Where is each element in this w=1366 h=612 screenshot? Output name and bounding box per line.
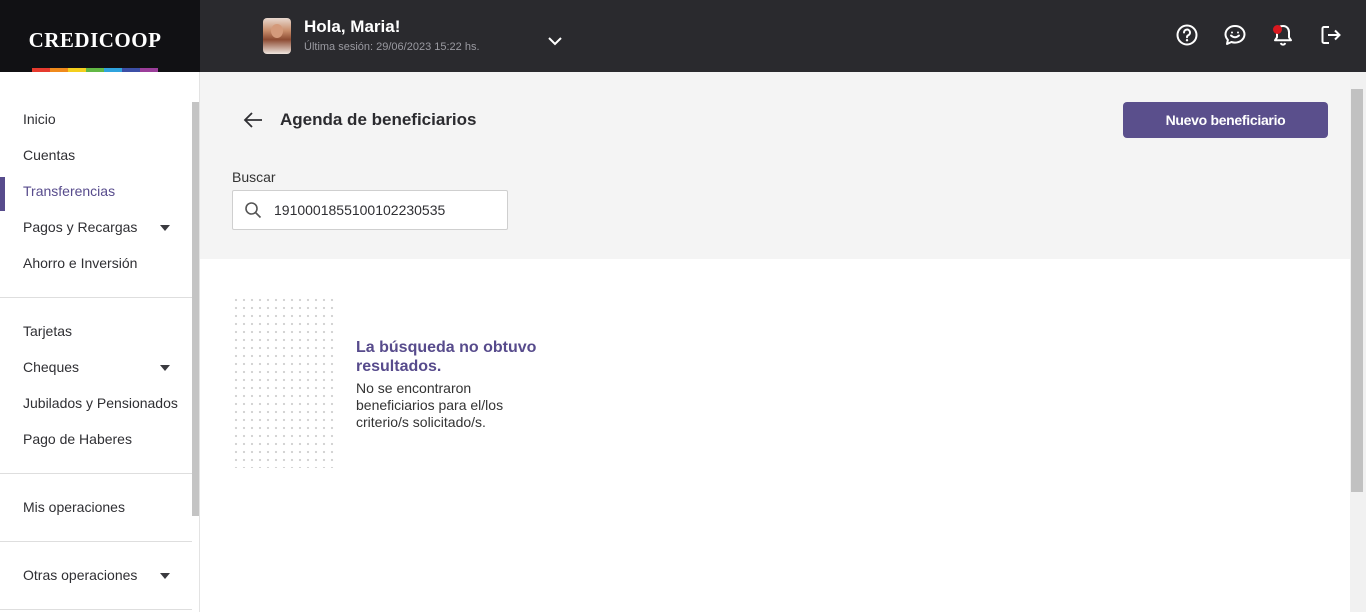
sidebar-item-label: Ahorro e Inversión xyxy=(23,255,138,271)
sidebar-item-label: Otras operaciones xyxy=(23,567,138,583)
sidebar: Inicio Cuentas Transferencias Pagos y Re… xyxy=(0,72,200,612)
user-greeting: Hola, Maria! xyxy=(304,17,401,36)
sidebar-item-otras-operaciones[interactable]: Otras operaciones xyxy=(0,559,192,591)
sidebar-item-mis-operaciones[interactable]: Mis operaciones xyxy=(0,491,192,523)
sidebar-item-label: Jubilados y Pensionados xyxy=(23,395,178,411)
sidebar-item-transferencias[interactable]: Transferencias xyxy=(0,175,192,211)
brand-name: CREDICOOP xyxy=(28,28,162,52)
empty-state-pattern xyxy=(232,296,338,468)
page-title: Agenda de beneficiarios xyxy=(280,110,477,129)
notification-badge xyxy=(1273,25,1282,34)
sidebar-item-jubilados[interactable]: Jubilados y Pensionados xyxy=(0,387,192,419)
caret-down-icon xyxy=(160,365,170,371)
caret-down-icon xyxy=(160,225,170,231)
caret-down-icon xyxy=(160,573,170,579)
empty-state-description: No se encontraron beneficiarios para el/… xyxy=(356,380,504,430)
sidebar-item-pago-haberes[interactable]: Pago de Haberes xyxy=(0,423,192,455)
sidebar-item-label: Inicio xyxy=(23,111,56,127)
sidebar-item-cuentas[interactable]: Cuentas xyxy=(0,139,192,171)
sidebar-item-label: Pagos y Recargas xyxy=(23,219,138,235)
chevron-down-icon[interactable] xyxy=(545,33,565,49)
sidebar-divider xyxy=(0,297,192,298)
sidebar-divider xyxy=(0,541,192,542)
sidebar-item-label: Tarjetas xyxy=(23,323,73,339)
search-input[interactable] xyxy=(274,199,502,221)
sidebar-item-label: Pago de Haberes xyxy=(23,431,132,447)
sidebar-scrollbar[interactable] xyxy=(192,102,199,516)
main-scrollbar-thumb[interactable] xyxy=(1351,89,1363,492)
sidebar-divider xyxy=(0,473,192,474)
sidebar-item-label: Mis operaciones xyxy=(23,499,125,515)
sidebar-item-cheques[interactable]: Cheques xyxy=(0,351,192,383)
sidebar-divider xyxy=(0,609,192,610)
chat-icon[interactable] xyxy=(1222,22,1248,48)
help-icon[interactable] xyxy=(1174,22,1200,48)
sidebar-item-pagos-recargas[interactable]: Pagos y Recargas xyxy=(0,211,192,243)
sidebar-item-label: Transferencias xyxy=(23,183,116,199)
sidebar-item-label: Cheques xyxy=(23,359,80,375)
search-icon xyxy=(245,202,262,219)
new-beneficiary-button[interactable]: Nuevo beneficiario xyxy=(1123,102,1328,138)
back-arrow-icon[interactable] xyxy=(242,110,264,130)
sidebar-item-ahorro-inversion[interactable]: Ahorro e Inversión xyxy=(0,247,192,279)
last-session-text: Última sesión: 29/06/2023 15:22 hs. xyxy=(304,41,480,53)
empty-state-title: La búsqueda no obtuvo resultados. xyxy=(356,339,537,375)
sidebar-item-inicio[interactable]: Inicio xyxy=(0,103,192,135)
search-label: Buscar xyxy=(232,169,276,185)
sidebar-item-label: Cuentas xyxy=(23,147,76,163)
logout-icon[interactable] xyxy=(1318,22,1344,48)
top-bar: CREDICOOP Hola, Maria! Última sesión: 29… xyxy=(0,0,1366,72)
sidebar-item-tarjetas[interactable]: Tarjetas xyxy=(0,315,192,347)
page-header-panel xyxy=(200,72,1350,259)
brand-logo[interactable]: CREDICOOP xyxy=(0,0,200,72)
avatar[interactable] xyxy=(263,18,291,54)
